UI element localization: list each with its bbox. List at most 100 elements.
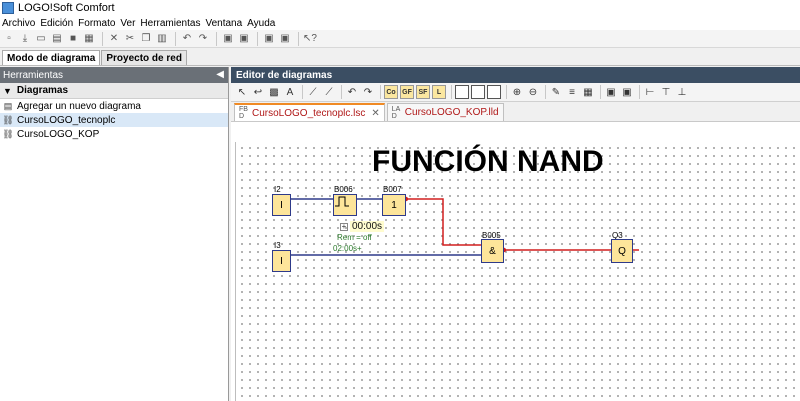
tab-label: CursoLOGO_KOP.lld	[404, 107, 499, 118]
online-icon[interactable]: ▣	[620, 85, 634, 99]
redo-icon[interactable]: ↷	[361, 85, 375, 99]
online-test-icon[interactable]: ▣	[262, 32, 276, 46]
param-expand-icon[interactable]: +	[340, 223, 348, 231]
context-help-icon[interactable]: ↖?	[303, 32, 317, 46]
layout-two-icon[interactable]	[471, 85, 485, 99]
block-label-b006: B006	[334, 185, 353, 194]
tab-network-project[interactable]: Proyecto de red	[101, 50, 187, 65]
toolbar-separator	[545, 85, 546, 99]
open-folder-icon[interactable]: ▭	[34, 32, 48, 46]
pen-tool-icon[interactable]: ✎	[549, 85, 563, 99]
align-top-icon[interactable]: ⊤	[659, 85, 673, 99]
layout-one-icon[interactable]	[455, 85, 469, 99]
basic-function-block-b007[interactable]: 1	[382, 194, 406, 216]
select-tool-icon[interactable]: ↖	[235, 85, 249, 99]
toolbar-separator	[298, 31, 299, 46]
toolbar-separator	[302, 85, 303, 99]
simulation-icon[interactable]: ▣	[278, 32, 292, 46]
menu-bar: Archivo Edición Formato Ver Herramientas…	[0, 16, 800, 30]
print-icon[interactable]: ▦	[82, 32, 96, 46]
block-label-b007: B007	[383, 185, 402, 194]
undo-icon[interactable]: ↶	[180, 32, 194, 46]
fbd-diagram-icon: ⛓	[2, 114, 14, 125]
app-icon	[2, 2, 14, 14]
toolbar-separator	[216, 31, 217, 46]
title-bar: LOGO!Soft Comfort	[0, 0, 800, 16]
wires-layer	[291, 196, 639, 256]
redo-icon[interactable]: ↷	[196, 32, 210, 46]
grid-icon[interactable]: ▦	[581, 85, 595, 99]
split-view-icon[interactable]: ⟋	[322, 85, 336, 99]
input-block-i2[interactable]: I	[272, 194, 291, 216]
diagram-editor: Editor de diagramas ↖ ↩ ▩ A ⟋ ⟋ ↶ ↷ Co G…	[231, 67, 800, 401]
align-icon[interactable]: ≡	[565, 85, 579, 99]
zoom-in-icon[interactable]: ⊕	[510, 85, 524, 99]
toolbar-separator	[341, 85, 342, 99]
pc-to-logo-icon[interactable]: ▣	[221, 32, 235, 46]
special-function-block-b006[interactable]	[333, 194, 357, 216]
tree-item-label: CursoLOGO_tecnoplc	[17, 114, 116, 126]
special-functions-button[interactable]: SF	[416, 85, 430, 99]
align-left-icon[interactable]: ⊢	[643, 85, 657, 99]
and-block-b005[interactable]: &	[481, 239, 504, 263]
menu-edicion[interactable]: Edición	[40, 18, 73, 29]
paste-icon[interactable]: ▥	[155, 32, 169, 46]
tab-label: CursoLOGO_tecnoplc.lsc	[252, 107, 366, 119]
diagrams-section-title: Diagramas	[16, 85, 69, 96]
text-tool-icon[interactable]: A	[283, 85, 297, 99]
main-toolbar: ▫ ⤓ ▭ ▤ ■ ▦ ✕ ✂ ❐ ▥ ↶ ↷ ▣ ▣ ▣ ▣ ↖?	[0, 30, 800, 48]
cut-icon[interactable]: ✂	[123, 32, 137, 46]
diagram-canvas[interactable]: FUNCIÓN NAND I2 I B006 + 00:00s Rem = of…	[235, 142, 800, 401]
download-icon[interactable]: ⤓	[18, 32, 32, 46]
menu-ventana[interactable]: Ventana	[205, 18, 242, 29]
input-block-i3[interactable]: I	[272, 250, 291, 272]
layout-three-icon[interactable]	[487, 85, 501, 99]
cut-connection-icon[interactable]: ⟋	[306, 85, 320, 99]
zoom-out-icon[interactable]: ⊖	[526, 85, 540, 99]
ladder-button[interactable]: L	[432, 85, 446, 99]
menu-formato[interactable]: Formato	[78, 18, 115, 29]
menu-ayuda[interactable]: Ayuda	[247, 18, 275, 29]
basic-functions-button[interactable]: GF	[400, 85, 414, 99]
menu-archivo[interactable]: Archivo	[2, 18, 35, 29]
tree-item-cursologo-tecnoplc[interactable]: ⛓ CursoLOGO_tecnoplc	[0, 113, 228, 127]
tab-diagram-mode[interactable]: Modo de diagrama	[2, 50, 101, 65]
connect-tool-icon[interactable]: ↩	[251, 85, 265, 99]
delete-icon[interactable]: ✕	[107, 32, 121, 46]
tools-panel-header: Herramientas ◀	[0, 67, 228, 83]
constants-button[interactable]: Co	[384, 85, 398, 99]
wire-b007-b005[interactable]	[406, 198, 481, 246]
editor-toolbar: ↖ ↩ ▩ A ⟋ ⟋ ↶ ↷ Co GF SF L ⊕ ⊖ ✎ ≡ ▦ ▣ ▣…	[231, 83, 800, 102]
collapse-panel-icon[interactable]: ◀	[216, 69, 224, 80]
menu-herramientas[interactable]: Herramientas	[140, 18, 200, 29]
param-time-value[interactable]: 00:00s	[350, 221, 385, 232]
new-file-icon[interactable]: ▫	[2, 32, 16, 46]
logo-to-pc-icon[interactable]: ▣	[237, 32, 251, 46]
menu-ver[interactable]: Ver	[120, 18, 135, 29]
insert-block-icon[interactable]: ▩	[267, 85, 281, 99]
tab-cursologo-kop[interactable]: LA D CursoLOGO_KOP.lld	[386, 103, 504, 121]
align-bottom-icon[interactable]: ⊥	[675, 85, 689, 99]
chevron-down-icon: ▼	[3, 85, 12, 96]
timer-pulse-icon	[335, 196, 349, 207]
toolbar-separator	[380, 85, 381, 99]
tree-item-cursologo-kop[interactable]: ⛓ CursoLOGO_KOP	[0, 127, 228, 141]
copy-icon[interactable]: ❐	[139, 32, 153, 46]
tab-cursologo-tecnoplc[interactable]: FB D CursoLOGO_tecnoplc.lsc ✕	[234, 103, 385, 121]
simulate-icon[interactable]: ▣	[604, 85, 618, 99]
mode-tabs: Modo de diagrama Proyecto de red	[0, 49, 800, 66]
undo-icon[interactable]: ↶	[345, 85, 359, 99]
output-block-q3[interactable]: Q	[611, 239, 633, 263]
window-title: LOGO!Soft Comfort	[18, 2, 115, 14]
ladder-diagram-icon: ⛓	[2, 128, 14, 139]
param-t: 02:00s+	[333, 244, 362, 253]
new-diagram-icon: ▤	[3, 100, 13, 111]
diagrams-section-header[interactable]: ▼ Diagramas	[0, 83, 228, 99]
document-tabs: FB D CursoLOGO_tecnoplc.lsc ✕ LA D CursoLO…	[231, 102, 800, 122]
tree-item-label: CursoLOGO_KOP	[17, 128, 100, 140]
close-icon[interactable]: ✕	[371, 108, 379, 119]
block-label-i2: I2	[274, 185, 281, 194]
open-icon[interactable]: ▤	[50, 32, 64, 46]
tree-item-add-diagram[interactable]: ▤ Agregar un nuevo diagrama	[0, 99, 228, 113]
save-icon[interactable]: ■	[66, 32, 80, 46]
